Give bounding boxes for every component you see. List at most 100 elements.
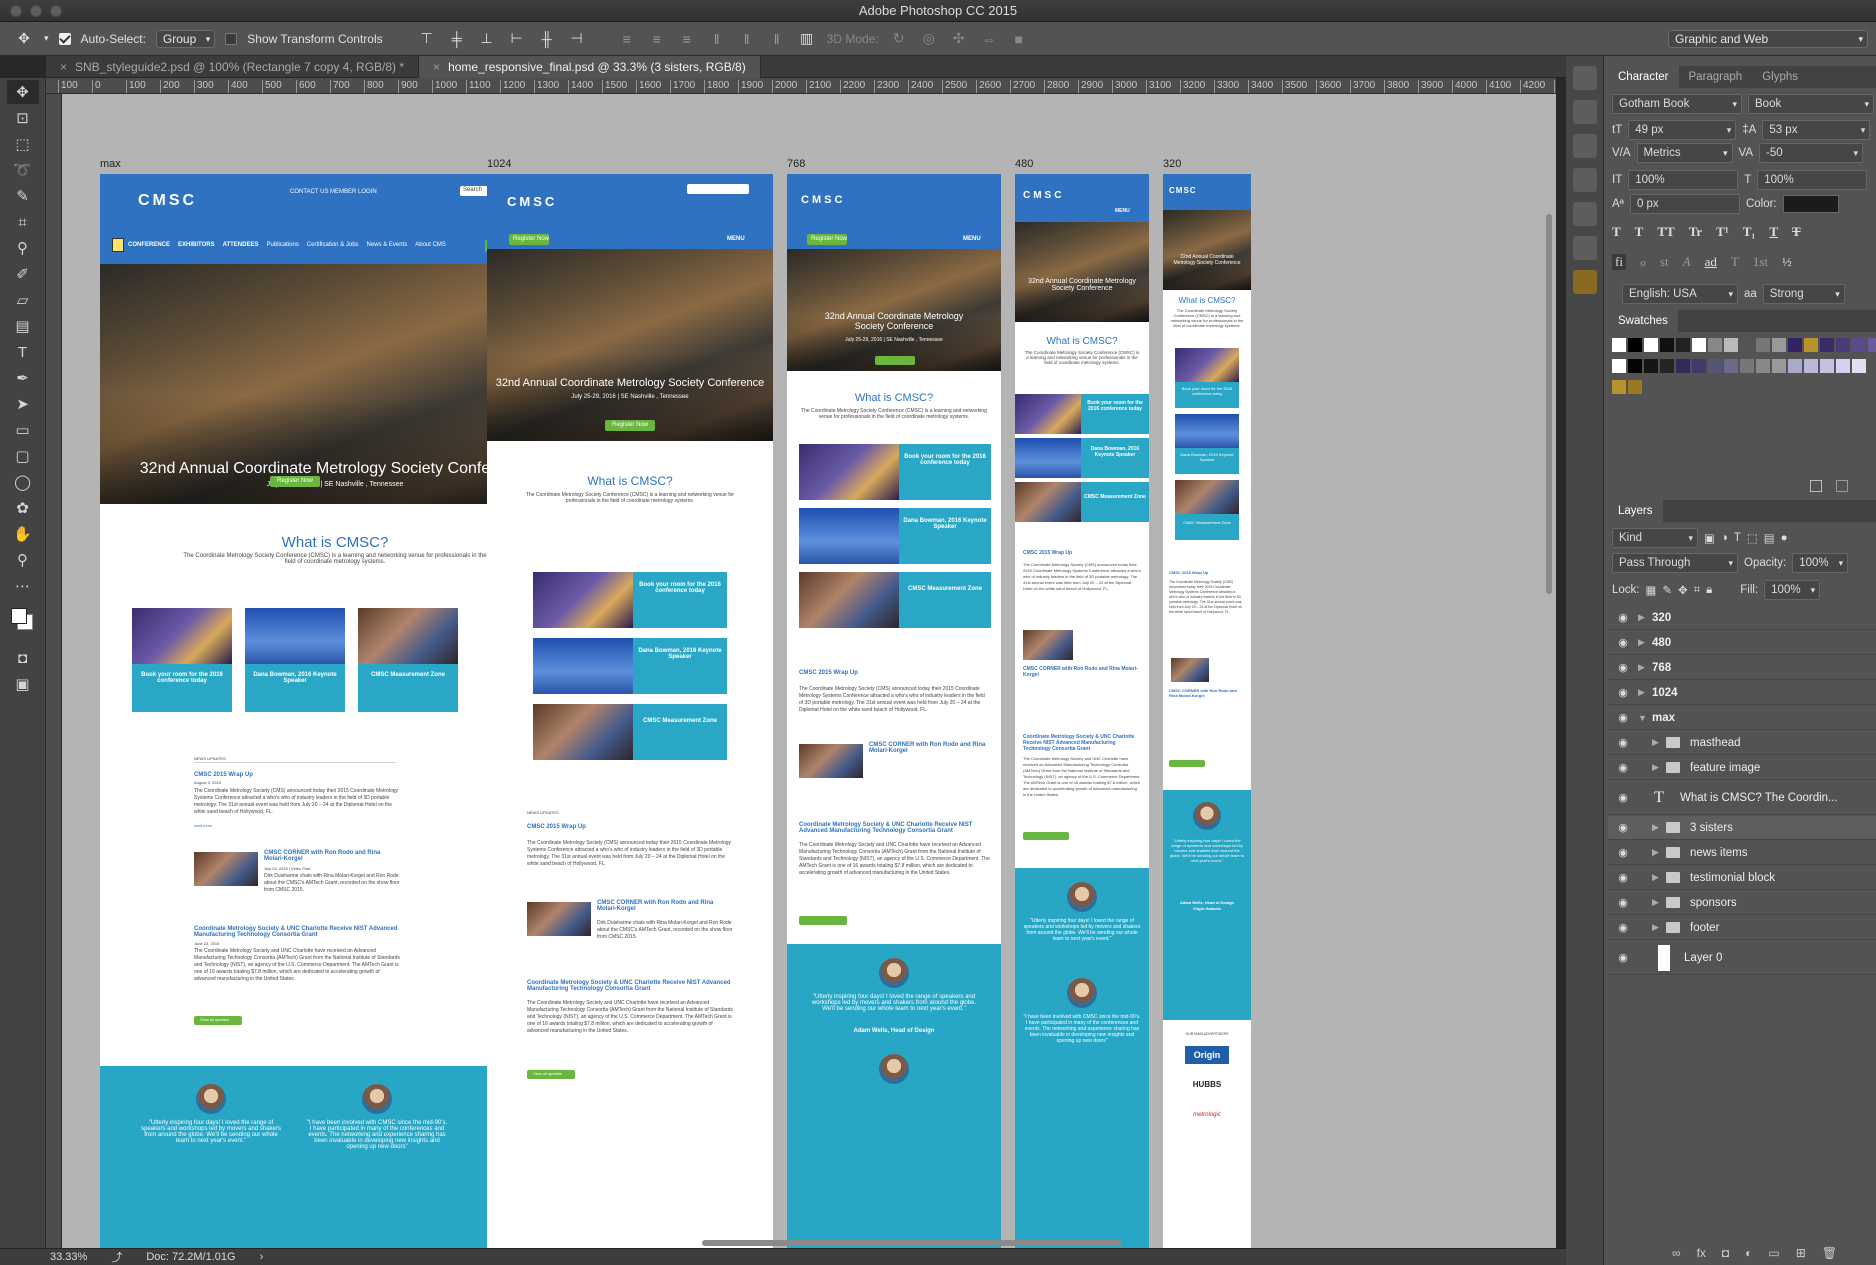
swash-icon[interactable]: st [1660,254,1669,270]
faux-italic-icon[interactable]: T [1635,224,1644,240]
lock-position-icon[interactable]: ✥ [1678,583,1688,597]
distribute-left-icon[interactable]: ‖ [707,30,727,48]
tool-preset-chevron-icon[interactable]: ▾ [44,33,49,44]
align-top-icon[interactable]: ⊤ [417,30,437,48]
layer-footer[interactable]: ◉ ▶ footer [1608,916,1876,940]
align-right-icon[interactable]: ⊣ [567,30,587,48]
artboard-480[interactable]: CMSC MENU 32nd Annual Coordinate Metrolo… [1015,174,1149,1248]
ligatures-icon[interactable]: fi [1612,254,1626,270]
expand-chevron-icon[interactable]: ▶ [1638,637,1652,648]
vertical-scale-field[interactable]: 100% [1628,170,1739,190]
layer-sponsors[interactable]: ◉ ▶ sponsors [1608,891,1876,915]
subscript-icon[interactable]: T₁ [1743,224,1756,240]
eraser-tool-icon[interactable]: ▱ [7,288,39,312]
text-color-swatch[interactable] [1782,195,1839,213]
artboard-label-320[interactable]: 320 [1163,158,1181,170]
vertical-scrollbar[interactable] [1546,214,1552,594]
layer-what-is-text[interactable]: ◉ T What is CMSC? The Coordin... [1608,781,1876,815]
artboard-label-768[interactable]: 768 [787,158,805,170]
color-swatches[interactable] [7,602,39,642]
blend-mode-dropdown[interactable]: Pass Through [1612,553,1738,573]
history-panel-icon[interactable] [1572,66,1597,90]
lock-all-icon[interactable]: 🔒︎ [1706,584,1712,597]
eyedropper-tool-icon[interactable]: ⚲ [7,236,39,260]
3d-slide-icon[interactable]: ⇔ [979,30,999,48]
hand-tool-icon[interactable]: ✋ [7,522,39,546]
layer-news-items[interactable]: ◉ ▶ news items [1608,841,1876,865]
opacity-field[interactable]: 100% [1792,553,1849,573]
adjustments-panel-icon[interactable] [1572,134,1597,158]
expand-chevron-icon[interactable]: ▶ [1652,737,1666,748]
artboard-1024[interactable]: CMSC Register Now MENU 32nd Annual Coord… [487,174,773,1248]
strikethrough-icon[interactable]: T [1792,224,1801,240]
filter-toggle-icon[interactable]: ● [1781,532,1788,544]
collapse-chevron-icon[interactable]: ▼ [1638,713,1652,723]
visibility-eye-icon[interactable]: ◉ [1608,791,1638,804]
distribute-top-icon[interactable]: ≡ [617,30,637,48]
custom-shape-tool-icon[interactable]: ✿ [7,496,39,520]
filter-shape-icon[interactable]: ⬚ [1747,531,1758,545]
swatch[interactable] [1756,338,1770,352]
baseline-shift-field[interactable]: 0 px [1629,194,1740,214]
faux-bold-icon[interactable]: T [1612,224,1621,240]
workspace-switcher[interactable]: Graphic and Web [1668,29,1868,48]
swatch-row-2[interactable] [1612,359,1866,373]
layer-max[interactable]: ◉ ▼ max [1608,706,1876,730]
swatch[interactable] [1676,359,1690,373]
fx-icon[interactable]: fx [1697,1246,1706,1260]
swatch[interactable] [1788,338,1802,352]
filter-type-icon[interactable]: T [1734,532,1741,544]
close-tab-icon[interactable]: × [433,60,440,74]
auto-select-checkbox[interactable] [58,32,71,45]
swatch[interactable] [1820,338,1834,352]
swatch[interactable] [1676,338,1690,352]
all-caps-icon[interactable]: TT [1657,224,1674,240]
contextual-alt-icon[interactable]: T [1731,254,1739,270]
distribute-right-icon[interactable]: ‖ [767,30,787,48]
expand-chevron-icon[interactable]: ▶ [1652,822,1666,833]
horizontal-scrollbar[interactable] [702,1240,1122,1246]
marquee-tool-icon[interactable]: ⬚ [7,132,39,156]
titling-alt-icon[interactable]: ad [1705,254,1717,270]
zoom-window-button[interactable] [50,5,62,17]
expand-chevron-icon[interactable]: ▶ [1638,612,1652,623]
libraries-panel-icon[interactable] [1572,236,1597,260]
visibility-eye-icon[interactable]: ◉ [1608,611,1638,624]
new-group-icon[interactable]: ▭ [1768,1246,1779,1260]
expand-chevron-icon[interactable]: ▶ [1652,897,1666,908]
filter-adjust-icon[interactable]: ◑ [1721,532,1728,544]
close-tab-icon[interactable]: × [60,60,67,74]
swatch[interactable] [1852,359,1866,373]
new-layer-icon[interactable]: ⊞ [1796,1246,1806,1260]
visibility-eye-icon[interactable]: ◉ [1608,821,1638,834]
layer-testimonial-block[interactable]: ◉ ▶ testimonial block [1608,866,1876,890]
expand-chevron-icon[interactable]: ▶ [1652,847,1666,858]
swatch[interactable] [1628,380,1642,394]
artboard-label-max[interactable]: max [100,158,121,170]
visibility-eye-icon[interactable]: ◉ [1608,846,1638,859]
swatch[interactable] [1644,338,1658,352]
distribute-vcenter-icon[interactable]: ≡ [647,30,667,48]
share-icon[interactable]: ⤴ [111,1249,122,1265]
layer-768[interactable]: ◉ ▶ 768 [1608,656,1876,680]
tab-character[interactable]: Character [1608,66,1679,88]
tracking-field[interactable]: -50 [1759,143,1864,163]
brush-tool-icon[interactable]: ✐ [7,262,39,286]
auto-select-dropdown[interactable]: Group [155,29,216,48]
visibility-eye-icon[interactable]: ◉ [1608,921,1638,934]
swatch[interactable] [1740,359,1754,373]
filter-smart-icon[interactable]: ▤ [1764,531,1775,545]
swatch[interactable] [1756,359,1770,373]
anti-alias-dropdown[interactable]: Strong [1762,284,1845,304]
expand-chevron-icon[interactable]: ▶ [1638,662,1652,673]
visibility-eye-icon[interactable]: ◉ [1608,636,1638,649]
gradient-tool-icon[interactable]: ▤ [7,314,39,338]
show-transform-checkbox[interactable] [225,32,238,45]
swatch[interactable] [1692,338,1706,352]
lock-transparent-icon[interactable]: ▦ [1646,583,1657,597]
swatch[interactable] [1612,338,1626,352]
swatch[interactable] [1804,338,1818,352]
swatch[interactable] [1740,338,1754,352]
swatch[interactable] [1628,338,1642,352]
fill-field[interactable]: 100% [1764,580,1821,600]
